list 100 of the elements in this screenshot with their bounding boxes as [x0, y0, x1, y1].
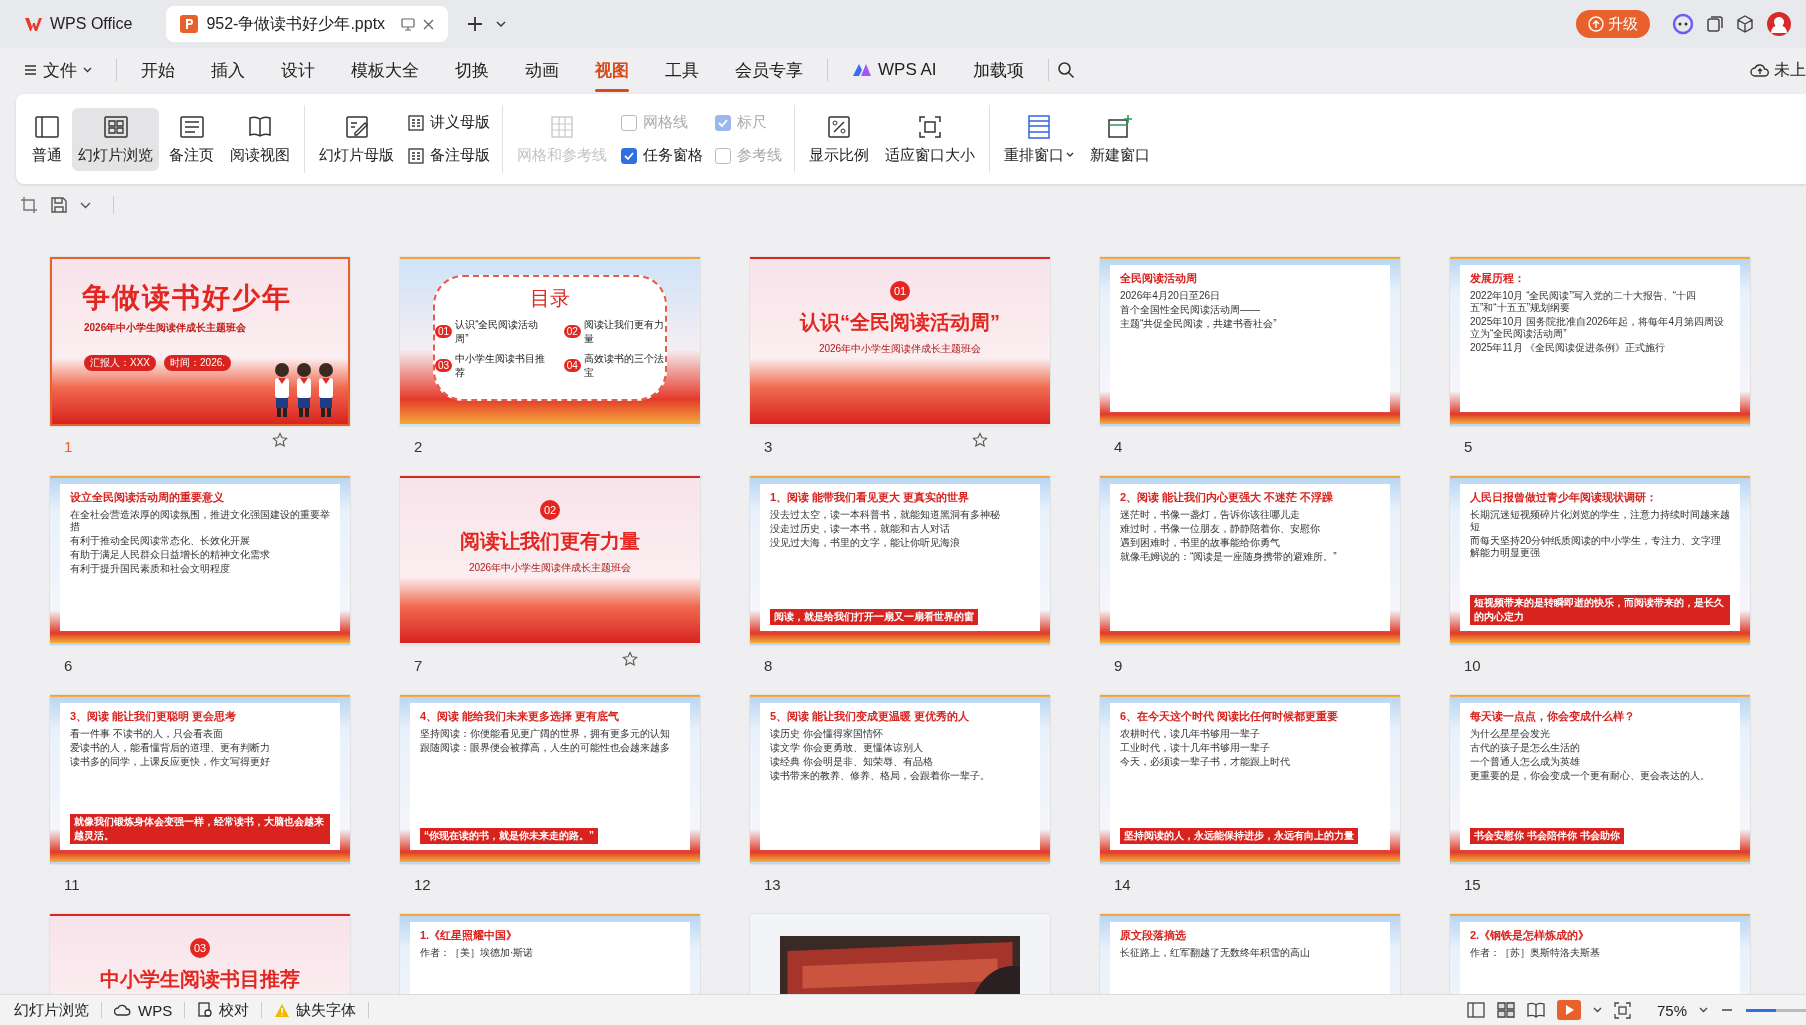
- slide-heading: 1.《红星照耀中国》: [420, 928, 519, 943]
- slide-text: 有助于满足人民群众日益增长的精神文化需求: [70, 549, 271, 561]
- menu-tab[interactable]: 设计: [265, 52, 331, 88]
- slide-thumbnail[interactable]: 争做读书好少年 2026年中小学生阅读伴成长主题班会 汇报人：XXX 时间：2026.: [50, 257, 350, 426]
- zoom-level[interactable]: 75%: [1656, 1001, 1687, 1019]
- play-button-icon[interactable]: [1556, 1000, 1581, 1020]
- ribbon-button[interactable]: 普通: [26, 107, 68, 171]
- menu-tab[interactable]: 动画: [509, 52, 575, 88]
- windows-icon[interactable]: [1706, 15, 1724, 33]
- slide-thumbnail[interactable]: 每天读一点点，你会变成什么样？ 为什么星星会发光 古代的孩子是怎么生活的 一个普通人怎么成为英雄 更重要的是，你会变成一个更有耐心、更会表达的人。 书会安慰你 书会陪伴你 书会助你: [1450, 695, 1750, 864]
- slide-thumbnail[interactable]: 人民日报曾做过青少年阅读现状调研： 长期沉迷短视频碎片化浏览的学生，注意力持续时间越来越短 而每天坚持20分钟纸质阅读的中小学生，专注力、文字理解能力明显更强 短视频带来的是转瞬即逝的快乐，而阅读带来的，是长久的内心定力: [1450, 476, 1750, 645]
- warning-icon: [274, 1002, 291, 1018]
- notes-page-icon: [178, 113, 205, 140]
- slide-thumbnail[interactable]: 全民阅读活动周 2026年4月20日至26日 首个全国性全民阅读活动周—— 主题“共促全民阅读，共建书香社会”: [1100, 257, 1400, 426]
- save-icon[interactable]: [50, 196, 68, 214]
- normal-view-icon[interactable]: [1466, 1002, 1485, 1018]
- document-tab[interactable]: 952-争做读书好少年.pptx: [166, 6, 449, 42]
- menu-tab[interactable]: 开始: [125, 52, 191, 88]
- slide-text: 一个普通人怎么成为英雄: [1470, 756, 1581, 768]
- grid-icon: [549, 113, 575, 140]
- close-icon[interactable]: [423, 18, 435, 30]
- slide-title: 认识“全民阅读活动周”: [800, 310, 1000, 335]
- slide-text: 农耕时代，读几年书够用一辈子: [1120, 728, 1261, 740]
- ribbon-checkbox[interactable]: 任务窗格: [617, 144, 707, 167]
- slide-thumbnail[interactable]: 4、阅读 能给我们未来更多选择 更有底气 坚持阅读：你便能看见更广阔的世界，拥有更多元的认知 跟随阅读：眼界便会被撑高，人生的可能性也会越来越多 “你现在读的书，就是你未来走的路。”: [400, 695, 700, 864]
- slide-thumbnail[interactable]: 6、在今天这个时代 阅读比任何时候都更重要 农耕时代，读几年书够用一辈子 工业时代，读十几年书够用一辈子 今天，必须读一辈子书，才能跟上时代 坚持阅读的人，永远能保持进步，永远有向上的力量: [1100, 695, 1400, 864]
- caret-icon[interactable]: [1592, 1007, 1602, 1013]
- status-item[interactable]: 幻灯片浏览: [14, 1000, 89, 1020]
- slide-thumbnail[interactable]: 02 阅读让我们更有力量 2026年中小学生阅读伴成长主题班会: [400, 476, 700, 645]
- caret-icon: [83, 67, 92, 73]
- star-icon[interactable]: [972, 432, 988, 448]
- slide-thumbnail[interactable]: 3、阅读 能让我们更聪明 更会思考 看一件事 不读书的人，只会看表面 爱读书的人，能看懂背后的道理、更有判断力 读书多的同学，上课反应更快，作文写得更好 就像我们锻炼身体会变强一样，经常读书，大脑也会越来越灵活。: [50, 695, 350, 864]
- slide-title: 目录: [530, 285, 570, 311]
- avatar-icon[interactable]: [1766, 11, 1792, 37]
- menu-tab[interactable]: 工具: [649, 52, 715, 88]
- caret-icon[interactable]: [80, 201, 91, 209]
- search-icon[interactable]: [1056, 61, 1075, 79]
- ribbon-button[interactable]: 重排窗口: [998, 107, 1080, 171]
- slide-thumbnail[interactable]: 1.《红星照耀中国》 作者：［美］埃德加·斯诺: [400, 914, 700, 994]
- slide-number: 4: [1114, 437, 1123, 455]
- ribbon-button[interactable]: 新建窗口: [1084, 107, 1156, 171]
- slide-number: 13: [764, 875, 781, 893]
- panel-icon: [34, 113, 60, 140]
- slide-thumbnail[interactable]: 1、阅读 能带我们看见更大 更真实的世界 没去过太空，读一本科普书，就能知道黑洞有多神秘 没走过历史，读一本书，就能和古人对话 没见过大海，书里的文字，能让你听见海浪 阅读，就是给我们打开一扇又一扇看世界的窗: [750, 476, 1050, 645]
- menu-tab[interactable]: WPS AI: [836, 54, 953, 86]
- menu-tab[interactable]: 文件: [20, 52, 108, 88]
- caret-icon[interactable]: [496, 20, 507, 28]
- caret-icon[interactable]: [1699, 1007, 1708, 1013]
- menu-tab[interactable]: 模板大全: [335, 52, 435, 88]
- ai-assistant-icon[interactable]: [1672, 13, 1694, 35]
- status-item[interactable]: 缺失字体: [274, 1000, 357, 1020]
- menu-tab[interactable]: 加载项: [956, 52, 1040, 88]
- status-item[interactable]: WPS: [114, 1001, 173, 1019]
- slide-thumbnail[interactable]: 2、阅读 能让我们内心更强大 不迷茫 不浮躁 迷茫时，书像一盏灯，告诉你该往哪儿走 难过时，书像一位朋友，静静陪着你、安慰你 遇到困难时，书里的故事能给你勇气 就像毛姆说的：“阅读是一座随身携带的避难所。”: [1100, 476, 1400, 645]
- slide-banner: 阅读，就是给我们打开一扇又一扇看世界的窗: [770, 609, 978, 625]
- slide-heading: 3、阅读 能让我们更聪明 更会思考: [70, 709, 238, 724]
- ribbon-button[interactable]: 幻灯片母版: [313, 107, 400, 171]
- ribbon-button[interactable]: 备注页: [163, 107, 220, 171]
- contents-entry: 中小学生阅读书目推荐: [455, 351, 547, 380]
- menu-tab[interactable]: 会员专享: [719, 52, 819, 88]
- slide-text: 读书带来的教养、修养、格局，会跟着你一辈子。: [770, 770, 991, 782]
- slide-heading: 每天读一点点，你会变成什么样？: [1470, 709, 1636, 724]
- slide-number: 7: [414, 656, 423, 674]
- slide-thumbnail[interactable]: 03 中小学生阅读书目推荐: [50, 914, 350, 994]
- slide-text: 读经典 你会明是非、知荣辱、有品格: [770, 756, 934, 768]
- ribbon-button[interactable]: 讲义母版: [404, 111, 494, 134]
- fit-window-icon[interactable]: [1613, 1001, 1631, 1019]
- ribbon-button[interactable]: 阅读视图: [224, 107, 296, 171]
- ribbon-button[interactable]: 适应窗口大小: [879, 107, 981, 171]
- menu-tab[interactable]: 切换: [439, 52, 505, 88]
- slide-thumbnail[interactable]: 发展历程： 2022年10月 “全民阅读”写入党的二十大报告、“十四五”和“十五五”规划纲要 2025年10月 国务院批准自2026年起，将每年4月第四周设立为“全民阅读活动周” 2025年11月 《全民阅读促进条例》正式施行: [1450, 257, 1750, 426]
- add-tab-icon[interactable]: [466, 15, 485, 33]
- star-icon[interactable]: [622, 651, 638, 667]
- slide-thumbnail[interactable]: 2.《钢铁是怎样炼成的》 作者：［苏］奥斯特洛夫斯基: [1450, 914, 1750, 994]
- monitor-icon[interactable]: [401, 17, 416, 31]
- crop-icon[interactable]: [20, 196, 38, 214]
- slide-thumbnail[interactable]: 01 认识“全民阅读活动周” 2026年中小学生阅读伴成长主题班会: [750, 257, 1050, 426]
- slide-thumbnail[interactable]: 5、阅读 能让我们变成更温暖 更优秀的人 读历史 你会懂得家国情怀 读文学 你会更勇敢、更懂体谅别人 读经典 你会明是非、知荣辱、有品格 读书带来的教养、修养、格局，会跟着你一辈子。: [750, 695, 1050, 864]
- star-icon[interactable]: [272, 432, 288, 448]
- slide-thumbnail[interactable]: 原文段落摘选 长征路上，红军翻越了无数终年积雪的高山: [1100, 914, 1400, 994]
- ribbon-button[interactable]: 幻灯片浏览: [72, 107, 159, 171]
- cube-icon[interactable]: [1736, 15, 1754, 33]
- cloud-status-button[interactable]: 未上: [1750, 59, 1806, 81]
- slide-number: 3: [764, 437, 773, 455]
- slide-subtitle: 2026年中小学生阅读伴成长主题班会: [468, 561, 632, 575]
- ribbon-button[interactable]: 备注母版: [404, 144, 494, 167]
- book-icon[interactable]: [1526, 1002, 1545, 1018]
- menu-tab[interactable]: 插入: [195, 52, 261, 88]
- slide-text: 没去过太空，读一本科普书，就能知道黑洞有多神秘: [770, 509, 1001, 521]
- slide-text: 长征路上，红军翻越了无数终年积雪的高山: [1120, 947, 1311, 959]
- slide-sorter-icon[interactable]: [1496, 1002, 1515, 1018]
- slide-banner: 坚持阅读的人，永远能保持进步，永远有向上的力量: [1120, 828, 1358, 844]
- slide-text: 有利于提升国民素质和社会文明程度: [70, 563, 231, 575]
- zoom-slider[interactable]: [1746, 1008, 1806, 1012]
- slide-thumbnail[interactable]: 设立全民阅读活动周的重要意义 在全社会营造浓厚的阅读氛围，推进文化强国建设的重要举措 有利于推动全民阅读常态化、长效化开展 有助于满足人民群众日益增长的精神文化需求 有利于提升国民素质和社会文明程度: [50, 476, 350, 645]
- ribbon-button[interactable]: 显示比例: [803, 107, 875, 171]
- slide-number: 14: [1114, 875, 1131, 893]
- grid-icon: [408, 147, 424, 164]
- status-item[interactable]: 校对: [197, 1000, 250, 1020]
- document-tab[interactable]: WPS Office: [10, 6, 155, 42]
